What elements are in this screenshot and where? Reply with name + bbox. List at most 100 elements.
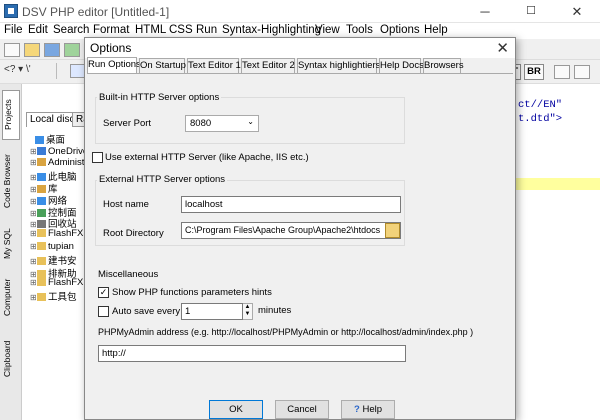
tree-item-label: OneDrive	[48, 146, 89, 157]
autosave-label: Auto save every	[112, 306, 181, 317]
folder-icon	[37, 242, 46, 251]
tree-item-label: FlashFX	[48, 228, 84, 239]
tab-text-editor-1[interactable]: Text Editor 1	[187, 58, 241, 73]
minutes-label: minutes	[258, 305, 292, 316]
use-external-label: Use external HTTP Server (like Apache, I…	[105, 152, 309, 163]
menu-css[interactable]: CSS	[169, 24, 193, 36]
cancel-button[interactable]: Cancel	[275, 400, 329, 419]
host-name-label: Host name	[103, 199, 149, 210]
phpmyadmin-label: PHPMyAdmin address (e.g. http://localhos…	[98, 327, 474, 337]
minimize-button[interactable]: ─	[462, 0, 508, 23]
tree-item[interactable]: ⊞ tupian	[30, 241, 74, 253]
tab-run-options[interactable]: Run Options	[87, 57, 141, 74]
side-tab-projects[interactable]: Projects	[2, 90, 20, 140]
ok-button[interactable]: OK	[209, 400, 263, 419]
help-button[interactable]: ? Help	[341, 400, 395, 419]
menu-tools[interactable]: Tools	[346, 24, 373, 36]
menu-view[interactable]: View	[315, 24, 340, 36]
align-center-icon[interactable]	[574, 65, 590, 79]
expand-icon[interactable]: ⊞	[30, 158, 37, 167]
folder-icon	[37, 293, 46, 302]
folder-icon	[37, 158, 46, 167]
options-dialog: Options ✕ Run Options On Startup Text Ed…	[84, 37, 516, 420]
maximize-button[interactable]: ☐	[508, 0, 554, 23]
code-line: t.dtd">	[518, 113, 563, 125]
tree-item-label: Administ	[48, 157, 85, 168]
show-params-checkbox[interactable]: ✓	[98, 287, 109, 298]
menu-run[interactable]: Run	[196, 24, 217, 36]
expand-icon[interactable]: ⊞	[30, 242, 37, 251]
folder-icon	[37, 147, 46, 156]
tab-browsers[interactable]: Browsers	[423, 58, 464, 73]
menu-search[interactable]: Search	[53, 24, 89, 36]
tree-item[interactable]: ⊞ 回收站	[30, 216, 77, 230]
tree-item-label: FlashFX	[48, 277, 84, 288]
side-tab-code-browser[interactable]: Code Browser	[2, 146, 20, 216]
use-external-checkbox[interactable]	[92, 152, 103, 163]
show-params-label: Show PHP functions parameters hints	[112, 287, 272, 298]
expand-icon[interactable]: ⊞	[30, 278, 37, 287]
autosave-checkbox[interactable]	[98, 306, 109, 317]
tree-item[interactable]: ⊞ FlashFX	[30, 277, 83, 289]
open-folder-icon[interactable]	[24, 43, 40, 57]
root-directory-label: Root Directory	[103, 228, 164, 239]
browse-folder-icon[interactable]	[385, 223, 400, 238]
dialog-title: Options	[90, 41, 132, 55]
dialog-titlebar: Options ✕	[85, 38, 515, 58]
folder-icon	[37, 257, 46, 266]
chevron-down-icon: ⌄	[247, 117, 254, 126]
br-button[interactable]: BR	[524, 64, 544, 80]
expand-icon[interactable]: ⊞	[30, 293, 37, 302]
host-name-input[interactable]: localhost	[181, 196, 401, 213]
tree-item[interactable]: ⊞ 工具包	[30, 289, 77, 303]
new-file-icon[interactable]	[4, 43, 20, 57]
dialog-close-icon[interactable]: ✕	[496, 39, 509, 57]
current-line-highlight	[516, 178, 600, 190]
autosave-spinner[interactable]: ▲ ▼	[243, 303, 253, 320]
tab-local-disc[interactable]: Local disc	[26, 112, 79, 127]
save-icon[interactable]	[44, 43, 60, 57]
side-tab-clipboard[interactable]: Clipboard	[2, 334, 20, 384]
menu-file[interactable]: File	[4, 24, 23, 36]
tree-item[interactable]: ⊞ 此电脑	[30, 169, 77, 183]
close-button[interactable]: ✕	[554, 0, 600, 23]
code-line: ct//EN"	[518, 99, 563, 111]
tree-item[interactable]: ⊞ Administ	[30, 157, 84, 169]
side-tab-strip: Projects Code Browser My SQL Computer Cl…	[0, 84, 22, 420]
folder-icon	[35, 136, 44, 145]
menu-syntax-highlighting[interactable]: Syntax-Highlighting	[222, 24, 321, 36]
tree-item[interactable]: ⊞ 建书安	[30, 253, 77, 267]
expand-icon[interactable]: ⊞	[30, 257, 37, 266]
misc-label: Miscellaneous	[98, 269, 159, 280]
menu-options[interactable]: Options	[380, 24, 420, 36]
menu-html[interactable]: HTML	[135, 24, 166, 36]
tree-item[interactable]: ⊞ FlashFX	[30, 228, 83, 240]
align-left-icon[interactable]	[554, 65, 570, 79]
menu-help[interactable]: Help	[424, 24, 448, 36]
tab-on-startup[interactable]: On Startup	[139, 58, 186, 73]
window-titlebar: DSV PHP editor [Untitled-1] ─ ☐ ✕	[0, 0, 600, 23]
builtin-server-group-label: Built-in HTTP Server options	[97, 92, 222, 103]
server-port-select[interactable]: 8080 ⌄	[185, 115, 259, 132]
tree-item[interactable]: ⊞ 库	[30, 181, 58, 195]
expand-icon[interactable]: ⊞	[30, 147, 37, 156]
save-all-icon[interactable]	[64, 43, 80, 57]
tab-syntax-highlighters[interactable]: Syntax highlightiers	[297, 58, 380, 73]
autosave-minutes-input[interactable]: 1	[181, 303, 243, 320]
phpmyadmin-input[interactable]: http://	[98, 345, 406, 362]
tag-icon[interactable]: <? ▾ \'	[4, 64, 31, 75]
menu-edit[interactable]: Edit	[28, 24, 48, 36]
tree-item[interactable]: 桌面	[28, 132, 65, 146]
tab-help-docs[interactable]: Help Docs	[379, 58, 424, 73]
server-port-label: Server Port	[103, 118, 152, 129]
side-tab-mysql[interactable]: My SQL	[2, 224, 20, 264]
menu-format[interactable]: Format	[93, 24, 129, 36]
root-directory-input[interactable]: C:\Program Files\Apache Group\Apache2\ht…	[181, 222, 401, 239]
external-server-group-label: External HTTP Server options	[97, 174, 228, 185]
side-tab-computer[interactable]: Computer	[2, 272, 20, 322]
tree-item-label: tupian	[48, 241, 74, 252]
tree-item[interactable]: ⊞ 网络	[30, 193, 67, 207]
tab-text-editor-2[interactable]: Text Editor 2	[241, 58, 295, 73]
expand-icon[interactable]: ⊞	[30, 229, 37, 238]
folder-icon	[37, 229, 46, 238]
